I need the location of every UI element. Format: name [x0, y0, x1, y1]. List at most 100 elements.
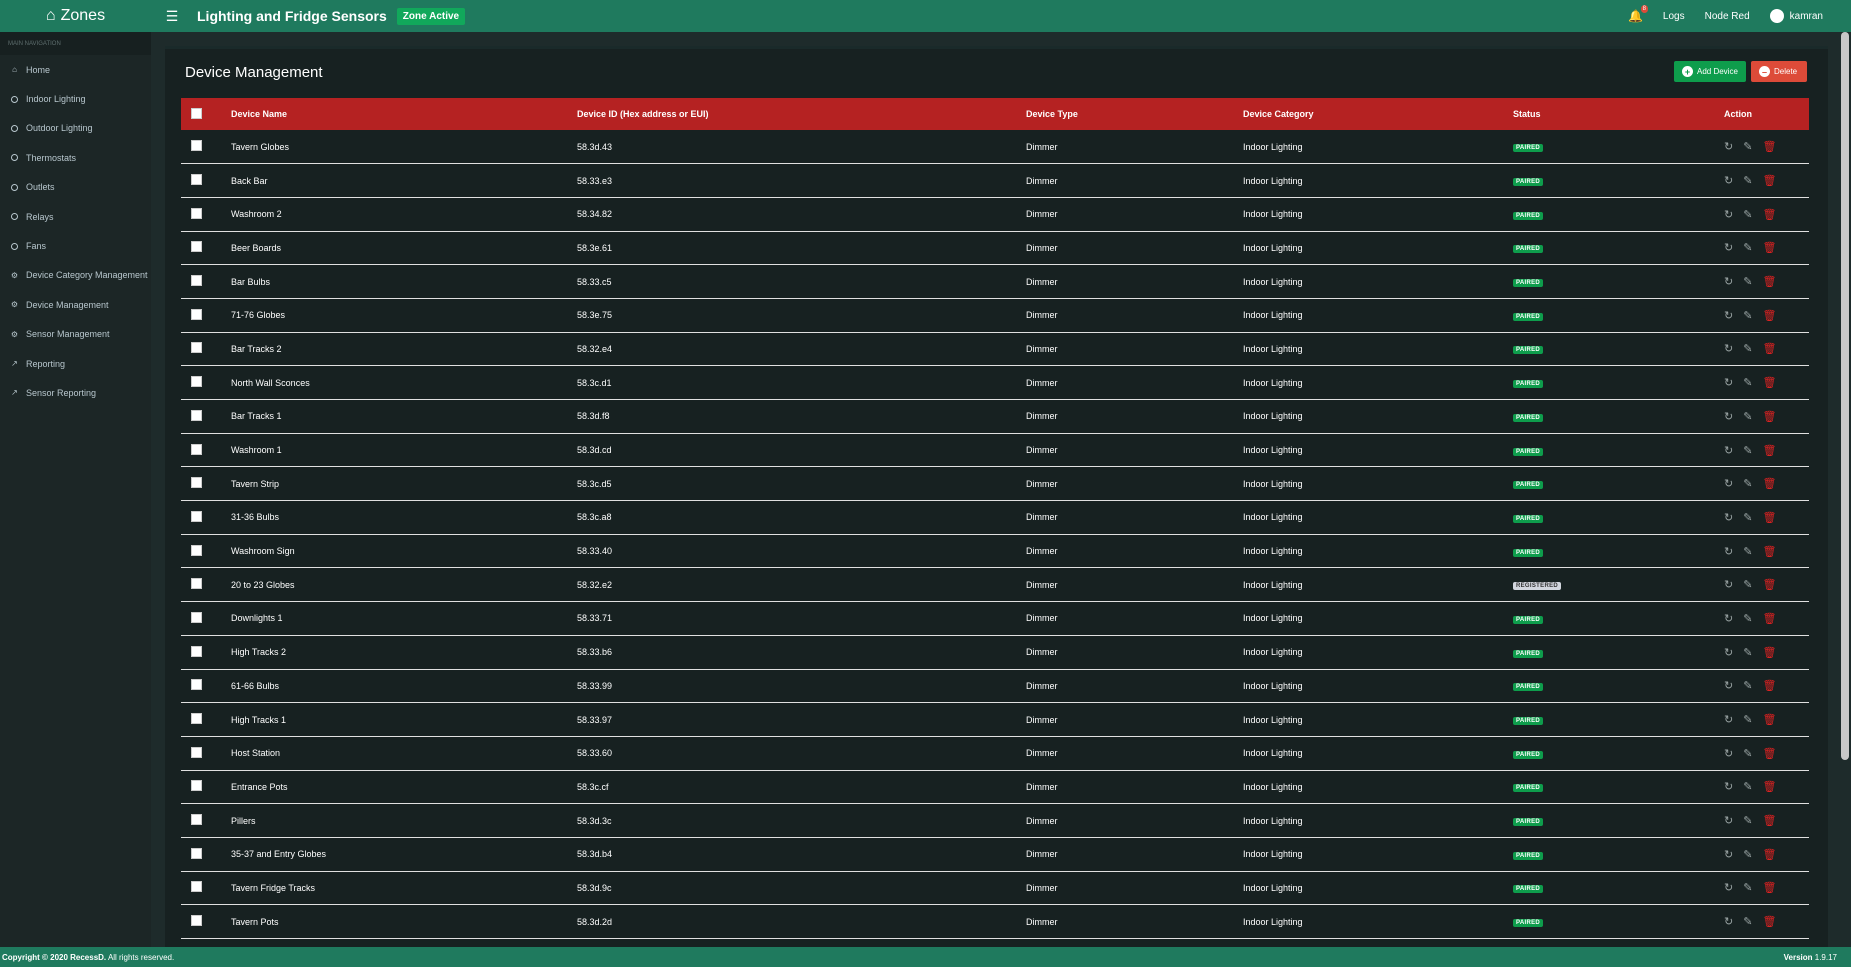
trash-icon[interactable]: 🗑 [1762, 713, 1776, 726]
trash-icon[interactable]: 🗑 [1762, 646, 1776, 659]
sidebar-item-sensor-management[interactable]: ⚙ Sensor Management [0, 320, 151, 349]
refresh-icon[interactable]: ↻ [1724, 545, 1733, 558]
trash-icon[interactable]: 🗑 [1762, 814, 1776, 827]
sidebar-item-thermostats[interactable]: Thermostats [0, 143, 151, 172]
refresh-icon[interactable]: ↻ [1724, 477, 1733, 490]
row-checkbox[interactable] [191, 443, 202, 455]
row-checkbox[interactable] [191, 308, 202, 320]
row-checkbox[interactable] [191, 780, 202, 792]
row-checkbox[interactable] [191, 746, 202, 758]
trash-icon[interactable]: 🗑 [1762, 444, 1776, 457]
refresh-icon[interactable]: ↻ [1724, 342, 1733, 355]
sidebar-item-home[interactable]: ⌂ Home [0, 55, 151, 84]
refresh-icon[interactable]: ↻ [1724, 848, 1733, 861]
refresh-icon[interactable]: ↻ [1724, 376, 1733, 389]
edit-icon[interactable]: ✎ [1743, 848, 1752, 861]
trash-icon[interactable]: 🗑 [1762, 679, 1776, 692]
row-checkbox[interactable] [191, 679, 202, 691]
edit-icon[interactable]: ✎ [1743, 376, 1752, 389]
refresh-icon[interactable]: ↻ [1724, 275, 1733, 288]
row-checkbox[interactable] [191, 477, 202, 489]
edit-icon[interactable]: ✎ [1743, 578, 1752, 591]
row-checkbox[interactable] [191, 578, 202, 590]
edit-icon[interactable]: ✎ [1743, 881, 1752, 894]
refresh-icon[interactable]: ↻ [1724, 444, 1733, 457]
sidebar-item-sensor-reporting[interactable]: ↗ Sensor Reporting [0, 378, 151, 407]
page-scrollbar[interactable] [1841, 32, 1849, 760]
row-checkbox[interactable] [191, 342, 202, 354]
trash-icon[interactable]: 🗑 [1762, 410, 1776, 423]
col-device-type[interactable]: Device Type [1026, 98, 1243, 130]
sidebar-item-device-category-management[interactable]: ⚙ Device Category Management [0, 261, 151, 290]
refresh-icon[interactable]: ↻ [1724, 309, 1733, 322]
row-checkbox[interactable] [191, 814, 202, 826]
select-all-checkbox[interactable] [191, 107, 202, 119]
refresh-icon[interactable]: ↻ [1724, 578, 1733, 591]
edit-icon[interactable]: ✎ [1743, 342, 1752, 355]
row-checkbox[interactable] [191, 915, 202, 927]
trash-icon[interactable]: 🗑 [1762, 309, 1776, 322]
refresh-icon[interactable]: ↻ [1724, 511, 1733, 524]
brand-logo[interactable]: ⌂ Zones [0, 0, 151, 32]
edit-icon[interactable]: ✎ [1743, 410, 1752, 423]
trash-icon[interactable]: 🗑 [1762, 848, 1776, 861]
row-checkbox[interactable] [191, 409, 202, 421]
edit-icon[interactable]: ✎ [1743, 780, 1752, 793]
sidebar-item-device-management[interactable]: ⚙ Device Management [0, 290, 151, 319]
col-status[interactable]: Status [1513, 98, 1724, 130]
row-checkbox[interactable] [191, 881, 202, 893]
refresh-icon[interactable]: ↻ [1724, 174, 1733, 187]
edit-icon[interactable]: ✎ [1743, 140, 1752, 153]
refresh-icon[interactable]: ↻ [1724, 780, 1733, 793]
row-checkbox[interactable] [191, 611, 202, 623]
trash-icon[interactable]: 🗑 [1762, 275, 1776, 288]
sidebar-item-outlets[interactable]: Outlets [0, 173, 151, 202]
edit-icon[interactable]: ✎ [1743, 646, 1752, 659]
row-checkbox[interactable] [191, 645, 202, 657]
refresh-icon[interactable]: ↻ [1724, 208, 1733, 221]
trash-icon[interactable]: 🗑 [1762, 881, 1776, 894]
refresh-icon[interactable]: ↻ [1724, 646, 1733, 659]
trash-icon[interactable]: 🗑 [1762, 915, 1776, 928]
refresh-icon[interactable]: ↻ [1724, 713, 1733, 726]
refresh-icon[interactable]: ↻ [1724, 612, 1733, 625]
trash-icon[interactable]: 🗑 [1762, 376, 1776, 389]
edit-icon[interactable]: ✎ [1743, 208, 1752, 221]
trash-icon[interactable]: 🗑 [1762, 174, 1776, 187]
sidebar-item-relays[interactable]: Relays [0, 202, 151, 231]
edit-icon[interactable]: ✎ [1743, 747, 1752, 760]
refresh-icon[interactable]: ↻ [1724, 814, 1733, 827]
row-checkbox[interactable] [191, 847, 202, 859]
delete-button[interactable]: – Delete [1751, 61, 1807, 82]
user-menu[interactable]: kamran [1769, 9, 1823, 23]
trash-icon[interactable]: 🗑 [1762, 780, 1776, 793]
refresh-icon[interactable]: ↻ [1724, 140, 1733, 153]
sidebar-item-fans[interactable]: Fans [0, 231, 151, 260]
row-checkbox[interactable] [191, 713, 202, 725]
row-checkbox[interactable] [191, 544, 202, 556]
trash-icon[interactable]: 🗑 [1762, 578, 1776, 591]
trash-icon[interactable]: 🗑 [1762, 208, 1776, 221]
edit-icon[interactable]: ✎ [1743, 814, 1752, 827]
edit-icon[interactable]: ✎ [1743, 545, 1752, 558]
row-checkbox[interactable] [191, 207, 202, 219]
row-checkbox[interactable] [191, 241, 202, 253]
edit-icon[interactable]: ✎ [1743, 477, 1752, 490]
sidebar-toggle-button[interactable]: ☰ [159, 0, 185, 32]
row-checkbox[interactable] [191, 376, 202, 388]
sidebar-item-reporting[interactable]: ↗ Reporting [0, 349, 151, 378]
col-device-id[interactable]: Device ID (Hex address or EUI) [577, 98, 1026, 130]
add-device-button[interactable]: + Add Device [1674, 61, 1746, 82]
refresh-icon[interactable]: ↻ [1724, 747, 1733, 760]
trash-icon[interactable]: 🗑 [1762, 140, 1776, 153]
trash-icon[interactable]: 🗑 [1762, 545, 1776, 558]
edit-icon[interactable]: ✎ [1743, 309, 1752, 322]
notifications-button[interactable]: 🔔 8 [1628, 5, 1648, 23]
edit-icon[interactable]: ✎ [1743, 612, 1752, 625]
row-checkbox[interactable] [191, 174, 202, 186]
edit-icon[interactable]: ✎ [1743, 174, 1752, 187]
col-device-category[interactable]: Device Category [1243, 98, 1513, 130]
trash-icon[interactable]: 🗑 [1762, 747, 1776, 760]
trash-icon[interactable]: 🗑 [1762, 477, 1776, 490]
row-checkbox[interactable] [191, 275, 202, 287]
